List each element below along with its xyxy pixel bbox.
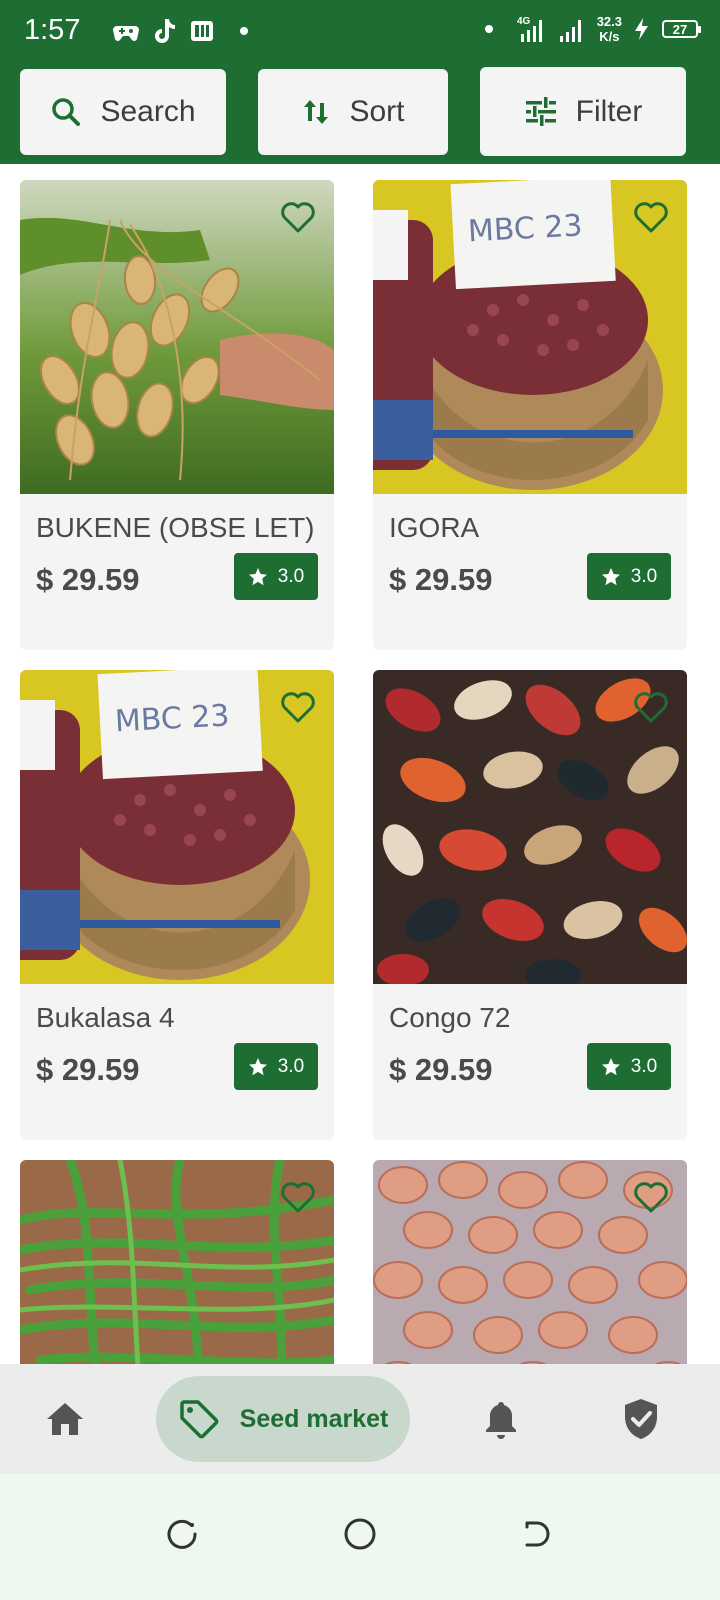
svg-text:MBC 23: MBC 23 [114,698,230,739]
sort-button[interactable]: Sort [258,69,448,155]
home-circle-icon [344,1518,376,1550]
favorite-heart-icon[interactable] [280,690,316,724]
star-icon [248,1057,267,1075]
rating-value: 3.0 [630,565,658,587]
status-app-icons [112,16,248,46]
favorite-heart-icon[interactable] [633,200,669,234]
star-icon [248,567,267,585]
nav-notifications[interactable] [466,1364,536,1474]
tune-icon [525,96,556,126]
favorite-heart-icon[interactable] [280,1180,316,1214]
notification-dot [240,27,248,35]
search-label: Search [100,95,196,128]
product-card[interactable]: BUKENE (OBSE LET) $ 29.59 3.0 [20,180,334,650]
product-name: IGORA [389,512,480,543]
product-image-red-beans-basket: MBC 23 [373,180,687,494]
nav-seed-market[interactable]: Seed market [156,1376,410,1462]
back-button[interactable] [506,1504,566,1564]
net-speed: 32.3 K/s [597,14,622,44]
signal-4g-icon: 4G [517,16,542,42]
favorite-heart-icon[interactable] [280,200,316,234]
app-header: 1:57 4G 32.3 K/s 27 Search Sort Filter [0,0,720,164]
net-speed-value: 32.3 [596,14,622,29]
product-image-red-beans-basket: MBC 23 [20,670,334,984]
net-speed-unit: K/s [599,29,620,44]
recents-icon [167,1519,197,1549]
product-price: $ 29.59 [36,562,140,597]
rating-badge: 3.0 [234,1043,318,1090]
bottom-navigation: Seed market [0,1364,720,1474]
back-icon [525,1521,550,1547]
filter-button[interactable]: Filter [480,67,686,156]
nav-home[interactable] [30,1364,100,1474]
sort-arrows-icon [304,100,329,124]
rating-badge: 3.0 [587,553,671,600]
product-card[interactable]: MBC 23 IGORA $ 29.59 3.0 [373,180,687,650]
rating-badge: 3.0 [587,1043,671,1090]
rating-value: 3.0 [630,1055,658,1077]
product-card[interactable]: Congo 72 $ 29.59 3.0 [373,670,687,1140]
favorite-heart-icon[interactable] [633,1180,669,1214]
svg-text:MBC 23: MBC 23 [467,208,583,249]
product-name: Bukalasa 4 [36,1002,175,1033]
search-button[interactable]: Search [20,69,226,155]
product-price: $ 29.59 [389,1052,493,1087]
filter-label: Filter [575,94,643,128]
status-bar: 1:57 4G 32.3 K/s 27 [0,0,720,64]
system-navigation-bar [0,1474,720,1600]
product-price: $ 29.59 [389,562,493,597]
product-price: $ 29.59 [36,1052,140,1087]
product-image-peanut-plant [20,180,334,494]
product-name: BUKENE (OBSE LET) [36,512,315,543]
rating-value: 3.0 [277,565,305,587]
signal-bars-icon [559,20,581,42]
status-time: 1:57 [24,14,81,46]
star-icon [601,1057,620,1075]
home-button[interactable] [330,1504,390,1564]
news-app-icon [191,21,213,41]
status-system-icons: 4G 32.3 K/s 27 [484,14,701,44]
star-icon [601,567,620,585]
sort-label: Sort [349,95,405,128]
game-controller-icon [113,26,139,41]
tag-icon [179,1400,219,1439]
bell-icon [486,1402,516,1439]
nav-verified[interactable] [606,1364,676,1474]
network-type-label: 4G [517,16,531,27]
status-dot [484,25,493,33]
product-card[interactable]: MBC 23 Bukalasa 4 $ 29.59 3.0 [20,670,334,1140]
shield-check-icon [625,1399,657,1439]
battery-level: 27 [672,21,688,37]
tiktok-icon [155,19,175,43]
battery-indicator: 27 [662,20,701,38]
home-icon [47,1403,83,1435]
recents-button[interactable] [152,1504,212,1564]
seed-market-screen: 1:57 4G 32.3 K/s 27 Search Sort Filter B… [0,0,720,1600]
favorite-heart-icon[interactable] [633,690,669,724]
rating-value: 3.0 [277,1055,305,1077]
rating-badge: 3.0 [234,553,318,600]
charging-bolt-icon [635,18,648,40]
product-name: Congo 72 [389,1002,511,1033]
nav-active-label: Seed market [239,1404,389,1433]
search-icon [52,98,81,126]
product-image-mixed-beans [373,670,687,984]
